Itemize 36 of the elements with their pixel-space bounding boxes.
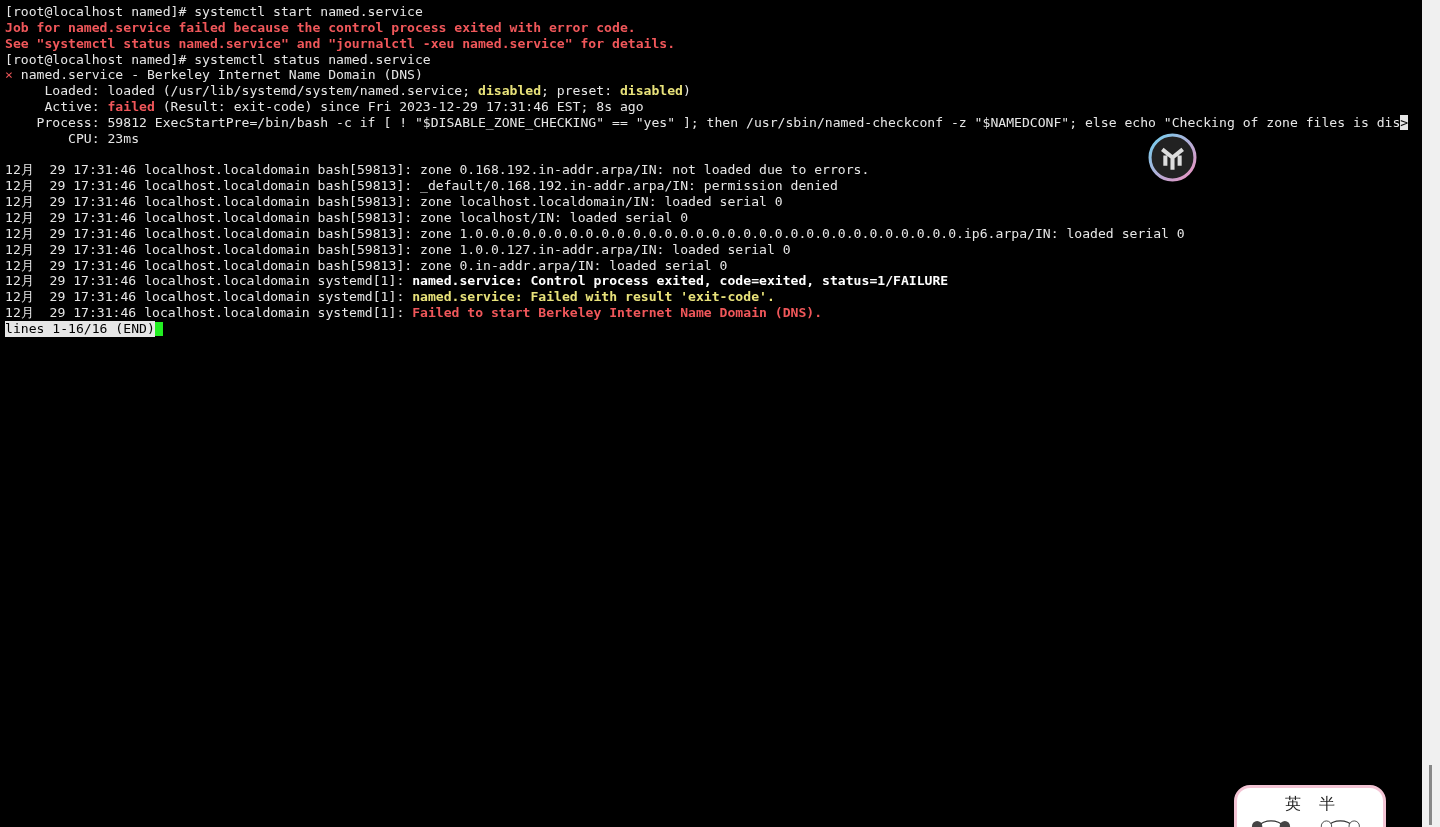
terminal-text: 12月 29 17:31:46 localhost.localdomain bash[59813]: zone 0.168.192.in-addr.arpa/IN: not loaded due to errors. [5, 162, 870, 178]
text-cursor [154, 321, 163, 336]
terminal-text: 12月 29 17:31:46 localhost.localdomain bash[59813]: zone 0.in-addr.arpa/IN: loaded serial 0 [5, 257, 728, 273]
pager-status: lines 1-16/16 (END) [5, 320, 155, 337]
floating-app-icon[interactable] [1148, 133, 1197, 182]
terminal-text: ; preset: [541, 83, 614, 99]
terminal-text: 12月 29 17:31:46 localhost.localdomain bash[59813]: zone localhost/IN: loaded serial 0 [5, 209, 689, 225]
scrollbar[interactable] [1422, 0, 1440, 827]
terminal-text: [root@localhost named]# systemctl start named.service [5, 4, 423, 19]
terminal-text: 12月 29 17:31:46 localhost.localdomain systemd[1]: [5, 289, 406, 305]
terminal-text: CPU: 23ms [67, 130, 139, 146]
terminal-text: 12月 29 17:31:46 localhost.localdomain bash[59813]: zone 1.0.0.0.0.0.0.0.0.0.0.0.0.0.0.0.0.0.0.0.0.0.0.0.0.0.0.0.0.0.0.0.ip6.arpa/IN: loaded serial 0 [5, 225, 1185, 241]
truncation-marker: > [1400, 114, 1409, 130]
terminal-text: (Result: exit-code) since Fri 2023-12-29 17:31:46 EST; 8s ago [161, 99, 644, 115]
input-method-toolbar[interactable]: 英 半 [1234, 785, 1386, 827]
bold-text: named.service: Control process exited, code=exited, status=1/FAILURE [412, 273, 949, 289]
terminal-text: Loaded: loaded (/usr/lib/systemd/system/named.service; [43, 83, 472, 99]
terminal-text: 12月 29 17:31:46 localhost.localdomain systemd[1]: [5, 273, 406, 289]
error-text: Failed to start Berkeley Internet Name Domain (DNS). [412, 305, 823, 321]
terminal-text: named.service - Berkeley Internet Name Domain (DNS) [19, 67, 423, 83]
warning-text: disabled [478, 83, 542, 99]
terminal-text: [root@localhost named]# systemctl status named.service [5, 51, 431, 67]
terminal-text: ) [683, 83, 691, 99]
warning-text: named.service: Failed with result 'exit-code'. [412, 289, 775, 305]
terminal-text: 12月 29 17:31:46 localhost.localdomain bash[59813]: _default/0.168.192.in-addr.arpa/IN: permission denied [5, 178, 838, 194]
width-mode-label[interactable]: 半 [1319, 794, 1335, 814]
error-text: Job for named.service failed because the control process exited with error code. [5, 19, 636, 35]
input-language-label[interactable]: 英 [1285, 794, 1301, 814]
terminal-text: Active: [43, 99, 101, 115]
failed-icon: × [5, 67, 13, 83]
terminal-text: 12月 29 17:31:46 localhost.localdomain bash[59813]: zone localhost.localdomain/IN: loaded serial 0 [5, 194, 783, 210]
error-text: failed [107, 99, 155, 115]
error-text: See "systemctl status named.service" and "journalctl -xeu named.service" for details. [5, 35, 676, 51]
terminal-text: 12月 29 17:31:46 localhost.localdomain systemd[1]: [5, 305, 406, 321]
warning-text: disabled [619, 83, 683, 99]
terminal-text: 12月 29 17:31:46 localhost.localdomain bash[59813]: zone 1.0.0.127.in-addr.arpa/IN: loaded serial 0 [5, 241, 791, 257]
